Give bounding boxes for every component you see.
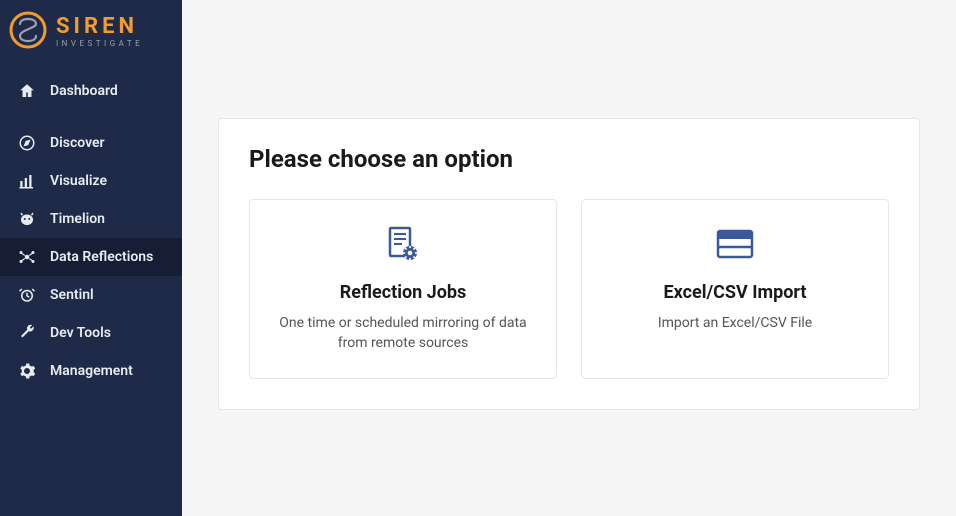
document-gear-icon bbox=[383, 224, 423, 264]
card-description: Import an Excel/CSV File bbox=[658, 313, 812, 333]
option-cards: Reflection Jobs One time or scheduled mi… bbox=[249, 199, 889, 379]
sidebar: SIREN INVESTIGATE Dashboard Discover Vis… bbox=[0, 0, 182, 516]
sidebar-item-label: Dashboard bbox=[50, 83, 118, 99]
brand-title: SIREN bbox=[56, 16, 143, 38]
card-excel-csv-import[interactable]: Excel/CSV Import Import an Excel/CSV Fil… bbox=[581, 199, 889, 379]
timelion-icon bbox=[18, 210, 36, 228]
home-icon bbox=[18, 82, 36, 100]
brand-subtitle: INVESTIGATE bbox=[56, 40, 143, 48]
compass-icon bbox=[18, 134, 36, 152]
gear-icon bbox=[18, 362, 36, 380]
sidebar-item-timelion[interactable]: Timelion bbox=[0, 200, 182, 238]
wrench-icon bbox=[18, 324, 36, 342]
card-description: One time or scheduled mirroring of data … bbox=[268, 313, 538, 354]
brand-text: SIREN INVESTIGATE bbox=[56, 16, 143, 48]
sidebar-item-data-reflections[interactable]: Data Reflections bbox=[0, 238, 182, 276]
siren-logo-icon bbox=[8, 10, 48, 54]
sidebar-item-label: Sentinl bbox=[50, 287, 94, 303]
bar-chart-icon bbox=[18, 172, 36, 190]
sidebar-item-label: Data Reflections bbox=[50, 249, 153, 265]
sidebar-item-dashboard[interactable]: Dashboard bbox=[0, 72, 182, 110]
sidebar-item-discover[interactable]: Discover bbox=[0, 124, 182, 162]
card-title: Reflection Jobs bbox=[340, 282, 467, 303]
sidebar-item-visualize[interactable]: Visualize bbox=[0, 162, 182, 200]
card-title: Excel/CSV Import bbox=[663, 282, 806, 303]
table-icon bbox=[715, 224, 755, 264]
reflections-icon bbox=[18, 248, 36, 266]
brand-logo[interactable]: SIREN INVESTIGATE bbox=[0, 0, 182, 68]
sidebar-item-label: Discover bbox=[50, 135, 105, 151]
alarm-icon bbox=[18, 286, 36, 304]
sidebar-item-management[interactable]: Management bbox=[0, 352, 182, 390]
card-reflection-jobs[interactable]: Reflection Jobs One time or scheduled mi… bbox=[249, 199, 557, 379]
sidebar-item-label: Management bbox=[50, 363, 133, 379]
main-content: Please choose an option bbox=[182, 0, 956, 516]
option-panel: Please choose an option bbox=[218, 118, 920, 410]
sidebar-item-label: Dev Tools bbox=[50, 325, 111, 341]
sidebar-item-label: Timelion bbox=[50, 211, 105, 227]
sidebar-item-sentinl[interactable]: Sentinl bbox=[0, 276, 182, 314]
page-title: Please choose an option bbox=[249, 145, 889, 173]
nav-section-primary: Dashboard bbox=[0, 72, 182, 110]
sidebar-item-dev-tools[interactable]: Dev Tools bbox=[0, 314, 182, 352]
nav-section-secondary: Discover Visualize Timelion Data Reflect… bbox=[0, 124, 182, 390]
sidebar-item-label: Visualize bbox=[50, 173, 107, 189]
